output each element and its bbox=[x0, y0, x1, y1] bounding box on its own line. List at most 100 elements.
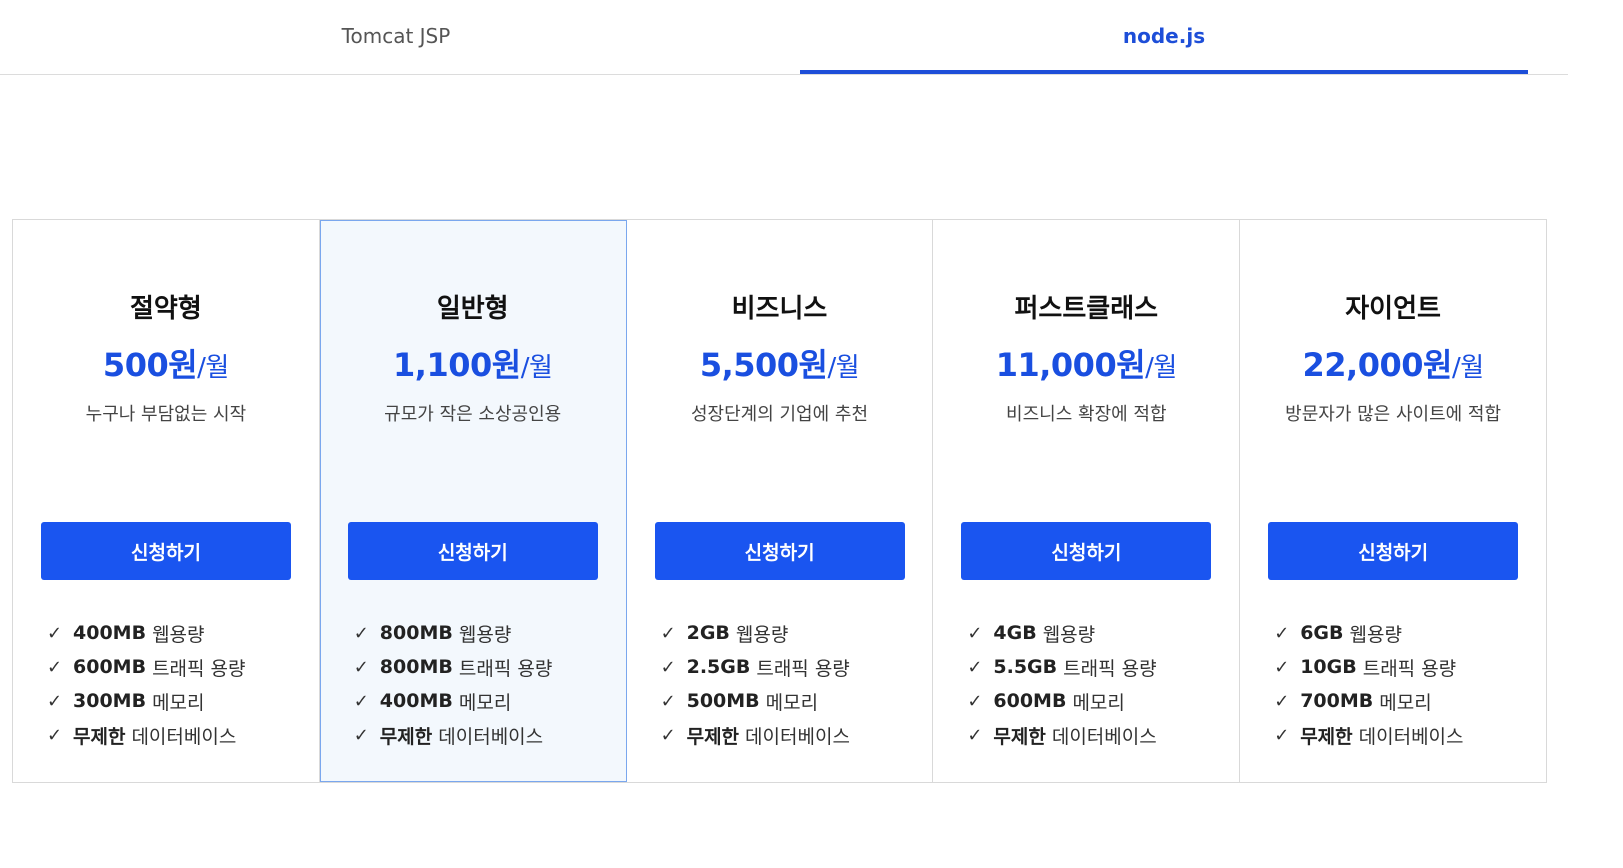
feature-item: ✓ 2GB 웹용량 bbox=[661, 616, 850, 650]
feature-label: 트래픽 용량 bbox=[1063, 657, 1157, 680]
feature-value: 800MB bbox=[379, 656, 453, 678]
feature-item: ✓ 4GB 웹용량 bbox=[967, 616, 1156, 650]
check-icon: ✓ bbox=[660, 656, 676, 678]
apply-button[interactable]: 신청하기 bbox=[654, 522, 905, 580]
feature-value: 300MB bbox=[73, 690, 147, 712]
feature-label: 트래픽 용량 bbox=[756, 657, 850, 680]
feature-label: 데이터베이스 bbox=[438, 725, 544, 748]
feature-item: ✓ 5.5GB 트래픽 용량 bbox=[967, 650, 1156, 684]
plan-name: 절약형 bbox=[130, 294, 202, 324]
check-icon: ✓ bbox=[353, 656, 369, 678]
feature-value: 6GB bbox=[1300, 622, 1344, 644]
feature-value: 10GB bbox=[1300, 656, 1357, 678]
feature-item: ✓ 500MB 메모리 bbox=[661, 684, 850, 718]
feature-label: 트래픽 용량 bbox=[1362, 657, 1457, 680]
feature-label: 트래픽 용량 bbox=[152, 657, 246, 680]
apply-button[interactable]: 신청하기 bbox=[41, 522, 291, 580]
feature-value: 무제한 bbox=[379, 725, 433, 748]
feature-value: 무제한 bbox=[1300, 725, 1353, 748]
check-icon: ✓ bbox=[353, 622, 369, 644]
check-icon: ✓ bbox=[660, 724, 676, 746]
apply-button[interactable]: 신청하기 bbox=[961, 522, 1212, 580]
feature-item: ✓ 무제한 데이터베이스 bbox=[661, 718, 850, 752]
feature-item: ✓ 10GB 트래픽 용량 bbox=[1274, 650, 1463, 684]
feature-item: ✓ 600MB 트래픽 용량 bbox=[47, 650, 246, 684]
feature-label: 웹용량 bbox=[458, 623, 512, 646]
plan-name: 퍼스트클래스 bbox=[1014, 294, 1159, 324]
feature-value: 400MB bbox=[73, 622, 147, 644]
plan-card-0: 절약형 500원/월 누구나 부담없는 시작 신청하기 ✓ 400MB 웹용량 ✓ 6… bbox=[13, 220, 320, 782]
feature-list: ✓ 400MB 웹용량 ✓ 600MB 트래픽 용량 ✓ 300MB 메모리 ✓ 무제한 데이터… bbox=[47, 616, 246, 752]
pricing-plans: 절약형 500원/월 누구나 부담없는 시작 신청하기 ✓ 400MB 웹용량 ✓ 6… bbox=[12, 219, 1547, 783]
tab-tomcat-jsp[interactable]: Tomcat JSP bbox=[32, 0, 760, 72]
feature-value: 2.5GB bbox=[686, 656, 751, 678]
plan-price: 500원/월 bbox=[13, 340, 319, 386]
feature-value: 2GB bbox=[686, 622, 730, 644]
feature-value: 무제한 bbox=[686, 725, 740, 748]
plan-price: 5,500원/월 bbox=[627, 340, 933, 386]
feature-label: 데이터베이스 bbox=[1051, 725, 1157, 748]
feature-label: 웹용량 bbox=[152, 623, 205, 646]
price-amount: 11,000원 bbox=[995, 346, 1146, 384]
price-period: /월 bbox=[520, 353, 553, 383]
feature-item: ✓ 600MB 메모리 bbox=[967, 684, 1156, 718]
feature-label: 메모리 bbox=[765, 691, 819, 714]
feature-item: ✓ 400MB 웹용량 bbox=[47, 616, 246, 650]
check-icon: ✓ bbox=[967, 656, 983, 678]
feature-item: ✓ 2.5GB 트래픽 용량 bbox=[661, 650, 850, 684]
plan-description: 비즈니스 확장에 적합 bbox=[1006, 404, 1167, 425]
feature-label: 메모리 bbox=[458, 691, 512, 714]
feature-label: 데이터베이스 bbox=[1358, 725, 1464, 748]
apply-button[interactable]: 신청하기 bbox=[1268, 522, 1519, 580]
plan-name: 비즈니스 bbox=[731, 294, 828, 324]
feature-value: 600MB bbox=[73, 656, 147, 678]
feature-list: ✓ 2GB 웹용량 ✓ 2.5GB 트래픽 용량 ✓ 500MB 메모리 ✓ 무제한 데이터베이… bbox=[661, 616, 850, 752]
feature-value: 무제한 bbox=[73, 725, 126, 748]
check-icon: ✓ bbox=[47, 656, 63, 678]
plan-card-1: 일반형 1,100원/월 규모가 작은 소상공인용 신청하기 ✓ 800MB 웹용량… bbox=[319, 220, 627, 782]
price-amount: 1,100원 bbox=[393, 346, 521, 384]
feature-item: ✓ 800MB 트래픽 용량 bbox=[354, 650, 553, 684]
check-icon: ✓ bbox=[660, 622, 676, 644]
feature-value: 5.5GB bbox=[993, 656, 1058, 678]
feature-label: 메모리 bbox=[1379, 691, 1432, 714]
price-period: /월 bbox=[1145, 353, 1177, 383]
check-icon: ✓ bbox=[1274, 724, 1290, 746]
price-amount: 22,000원 bbox=[1302, 346, 1453, 384]
price-period: /월 bbox=[1451, 353, 1484, 383]
feature-value: 800MB bbox=[379, 622, 453, 644]
feature-item: ✓ 무제한 데이터베이스 bbox=[967, 718, 1156, 752]
check-icon: ✓ bbox=[1274, 690, 1290, 712]
feature-label: 웹용량 bbox=[735, 623, 789, 646]
feature-item: ✓ 300MB 메모리 bbox=[47, 684, 246, 718]
check-icon: ✓ bbox=[660, 690, 676, 712]
feature-value: 500MB bbox=[686, 690, 760, 712]
plan-description: 성장단계의 기업에 추천 bbox=[690, 404, 869, 425]
plan-description: 방문자가 많은 사이트에 적합 bbox=[1285, 404, 1502, 425]
feature-label: 데이터베이스 bbox=[745, 725, 850, 748]
feature-label: 데이터베이스 bbox=[131, 725, 237, 748]
feature-item: ✓ 800MB 웹용량 bbox=[354, 616, 553, 650]
check-icon: ✓ bbox=[47, 724, 63, 746]
apply-button[interactable]: 신청하기 bbox=[347, 522, 598, 580]
feature-item: ✓ 무제한 데이터베이스 bbox=[1274, 718, 1463, 752]
check-icon: ✓ bbox=[47, 622, 63, 644]
plan-card-2: 비즈니스 5,500원/월 성장단계의 기업에 추천 신청하기 ✓ 2GB 웹용량 … bbox=[627, 220, 934, 782]
feature-label: 메모리 bbox=[152, 691, 205, 714]
check-icon: ✓ bbox=[1274, 622, 1290, 644]
feature-item: ✓ 400MB 메모리 bbox=[354, 684, 553, 718]
feature-list: ✓ 4GB 웹용량 ✓ 5.5GB 트래픽 용량 ✓ 600MB 메모리 ✓ 무제한 데이터베이… bbox=[967, 616, 1156, 752]
plan-name: 자이언트 bbox=[1345, 294, 1441, 324]
check-icon: ✓ bbox=[47, 690, 63, 712]
price-amount: 5,500원 bbox=[699, 346, 828, 384]
tab-nodejs[interactable]: node.js bbox=[800, 0, 1528, 72]
check-icon: ✓ bbox=[967, 622, 983, 644]
feature-value: 600MB bbox=[993, 690, 1067, 712]
hosting-tabs: Tomcat JSP node.js bbox=[0, 0, 1568, 75]
feature-value: 400MB bbox=[379, 690, 453, 712]
plan-card-3: 퍼스트클래스 11,000원/월 비즈니스 확장에 적합 신청하기 ✓ 4GB 웹용… bbox=[933, 220, 1241, 782]
check-icon: ✓ bbox=[353, 724, 369, 746]
feature-item: ✓ 무제한 데이터베이스 bbox=[47, 718, 246, 752]
check-icon: ✓ bbox=[1274, 656, 1290, 678]
price-period: /월 bbox=[197, 353, 229, 383]
